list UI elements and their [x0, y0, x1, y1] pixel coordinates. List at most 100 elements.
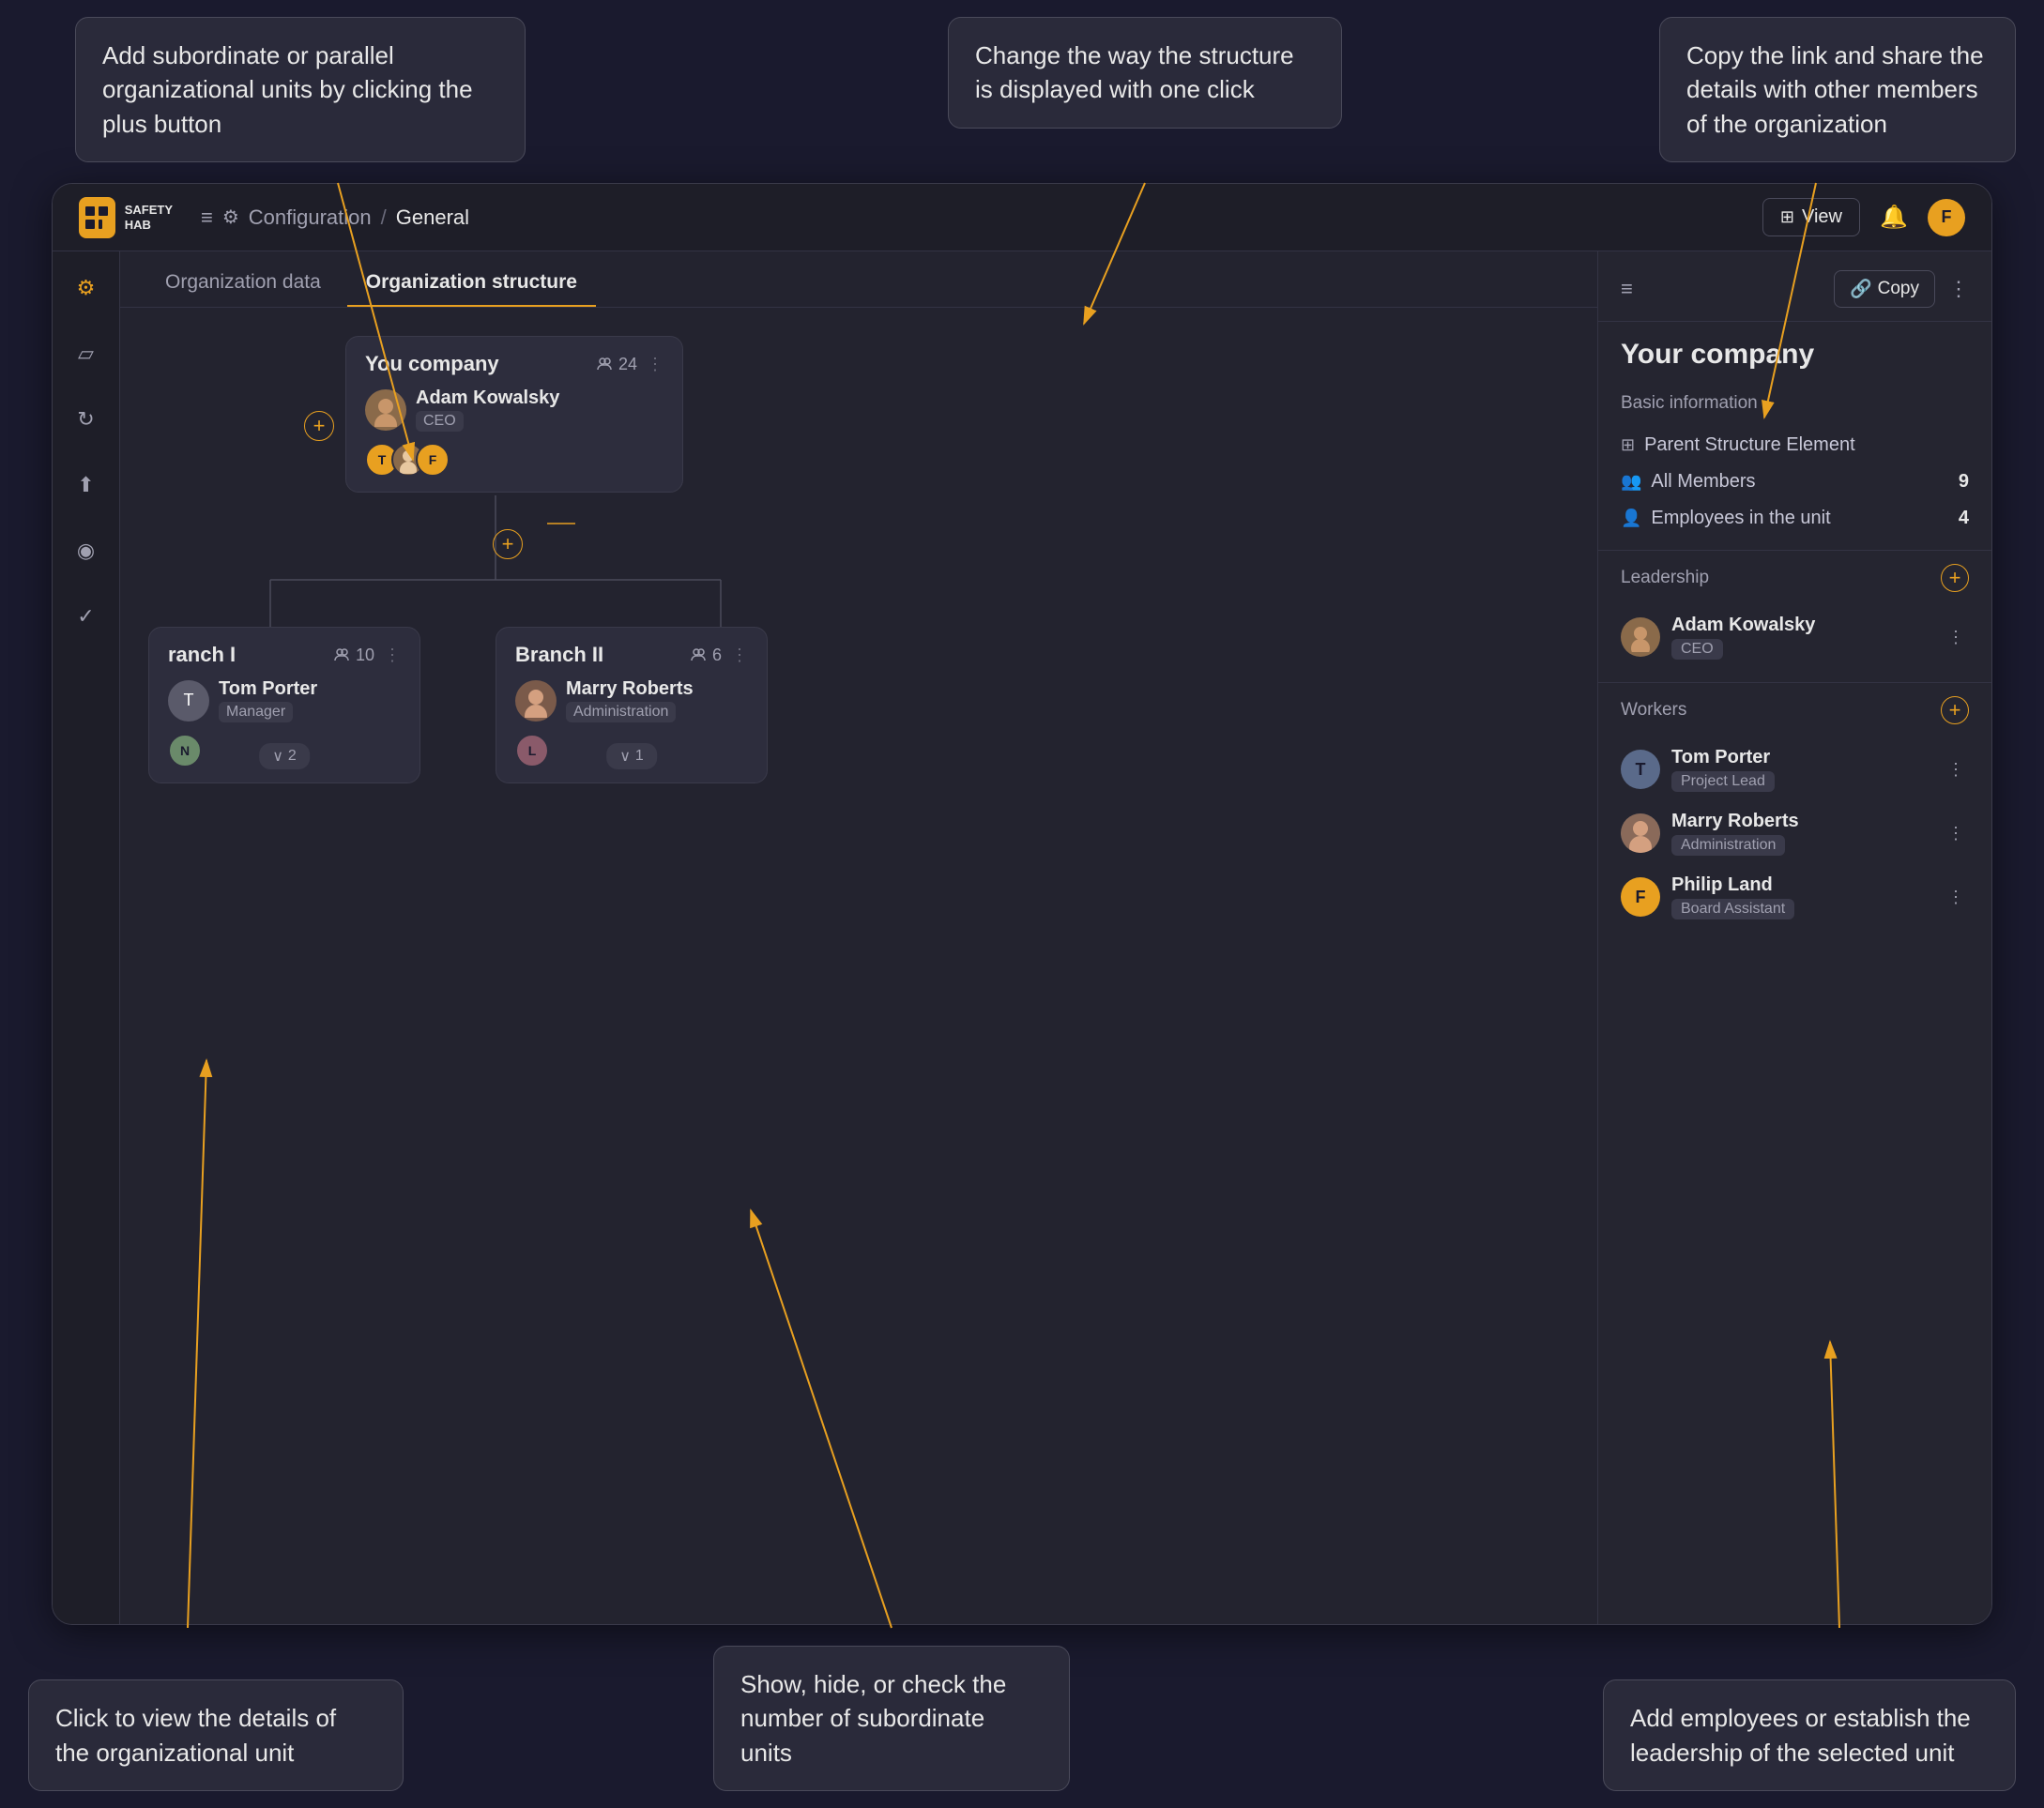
workers-add-button[interactable]: + — [1941, 696, 1969, 724]
left-sidebar: ⚙ ▱ ↻ ⬆ ◉ ✓ — [53, 251, 120, 1624]
root-member-avatars: T F — [365, 443, 664, 477]
tab-org-data[interactable]: Organization data — [146, 260, 340, 307]
plus-button-root[interactable]: + — [304, 411, 334, 441]
root-leader-avatar — [365, 389, 406, 431]
worker-tom-info: Tom Porter Project Lead — [1671, 747, 1931, 792]
top-bar-actions: ⊞ View 🔔 F — [1762, 198, 1965, 236]
sidebar-icon-shape[interactable]: ▱ — [67, 334, 106, 373]
branch2-leader-avatar — [515, 680, 557, 722]
content-area: ⚙ ▱ ↻ ⬆ ◉ ✓ Organization data Organizati… — [53, 251, 1991, 1624]
branch1-leader-avatar: T — [168, 680, 209, 722]
worker-row-philip: F Philip Land Board Assistant ⋮ — [1621, 865, 1969, 929]
panel-header: ≡ 🔗 Copy ⋮ — [1598, 251, 1991, 322]
worker-philip-avatar: F — [1621, 877, 1660, 917]
branch2-node[interactable]: Branch II 6 ⋮ Marry Roberts — [496, 627, 768, 783]
breadcrumb-config[interactable]: Configuration — [249, 205, 372, 230]
panel-title: Your company — [1598, 322, 1991, 380]
breadcrumb-settings-icon: ⚙ — [222, 205, 239, 229]
sidebar-icon-upload[interactable]: ⬆ — [67, 465, 106, 505]
root-org-node[interactable]: You company 24 ⋮ — [345, 336, 683, 493]
branch1-expand[interactable]: ∨ 2 — [259, 743, 310, 769]
employees-icon: 👤 — [1621, 509, 1641, 528]
root-leader-info: Adam Kowalsky CEO — [416, 387, 559, 432]
root-leader: Adam Kowalsky CEO — [365, 387, 664, 432]
tabs-bar: Organization data Organization structure — [120, 251, 1597, 308]
worker-marry-info: Marry Roberts Administration — [1671, 811, 1931, 856]
app-window: SAFETY HAB ≡ ⚙ Configuration / General ⊞… — [52, 183, 1992, 1625]
plus-button-child[interactable]: + — [493, 529, 523, 559]
branch1-leader: T Tom Porter Manager — [168, 678, 401, 722]
breadcrumb-separator: / — [381, 205, 387, 230]
worker-row-marry: Marry Roberts Administration ⋮ — [1621, 801, 1969, 865]
leader-adam-avatar — [1621, 617, 1660, 657]
tab-org-structure[interactable]: Organization structure — [347, 260, 596, 307]
branch2-leader: Marry Roberts Administration — [515, 678, 748, 722]
view-button[interactable]: ⊞ View — [1762, 198, 1860, 236]
tooltip-bottom-center: Show, hide, or check the number of subor… — [713, 1646, 1070, 1791]
logo-area: SAFETY HAB — [79, 197, 173, 238]
worker-tom-avatar: T — [1621, 750, 1660, 789]
branch2-expand[interactable]: ∨ 1 — [606, 743, 657, 769]
parent-structure-icon: ⊞ — [1621, 435, 1635, 455]
worker-tom-menu[interactable]: ⋮ — [1943, 756, 1969, 782]
branch1-count: 10 ⋮ — [333, 646, 401, 665]
all-members-icon: 👥 — [1621, 472, 1641, 492]
employees-row: 👤 Employees in the unit 4 — [1621, 500, 1969, 537]
logo-icon — [79, 197, 115, 238]
panel-more-icon[interactable]: ⋮ — [1948, 277, 1969, 301]
leader-adam-info: Adam Kowalsky CEO — [1671, 615, 1931, 660]
org-canvas: You company 24 ⋮ — [120, 308, 1597, 1624]
bell-icon[interactable]: 🔔 — [1877, 201, 1911, 235]
branch1-member-N: N — [168, 734, 202, 767]
main-content: Organization data Organization structure — [120, 251, 1597, 1624]
basic-info-section: Basic information ⊞ Parent Structure Ele… — [1598, 380, 1991, 551]
workers-title: Workers — [1621, 700, 1686, 721]
branch2-count: 6 ⋮ — [690, 646, 748, 665]
leader-row-adam: Adam Kowalsky CEO ⋮ — [1621, 605, 1969, 669]
user-avatar[interactable]: F — [1928, 199, 1965, 236]
sidebar-icon-certificate[interactable]: ◉ — [67, 531, 106, 570]
worker-marry-menu[interactable]: ⋮ — [1943, 820, 1969, 846]
all-members-row: 👥 All Members 9 — [1621, 463, 1969, 500]
parent-structure-row: ⊞ Parent Structure Element — [1621, 427, 1969, 463]
leadership-section: Leadership + Adam Kowalsky CEO ⋮ — [1598, 551, 1991, 683]
right-panel: ≡ 🔗 Copy ⋮ Your company Basic informatio… — [1597, 251, 1991, 1624]
worker-philip-info: Philip Land Board Assistant — [1671, 874, 1931, 919]
tooltip-top-left: Add subordinate or parallel organization… — [75, 17, 526, 162]
all-members-value: 9 — [1959, 471, 1969, 493]
branch1-leader-info: Tom Porter Manager — [219, 678, 317, 722]
branch1-node[interactable]: ranch I 10 ⋮ T Tom Porter Ma — [148, 627, 420, 783]
breadcrumb: ≡ ⚙ Configuration / General — [201, 205, 1762, 230]
leadership-add-button[interactable]: + — [1941, 564, 1969, 592]
branch2-leader-info: Marry Roberts Administration — [566, 678, 694, 722]
copy-icon: 🔗 — [1850, 278, 1872, 300]
worker-row-tom: T Tom Porter Project Lead ⋮ — [1621, 737, 1969, 801]
basic-info-title: Basic information — [1621, 393, 1969, 414]
leadership-title: Leadership — [1621, 568, 1709, 588]
leadership-header: Leadership + — [1621, 564, 1969, 592]
sidebar-icon-check[interactable]: ✓ — [67, 597, 106, 636]
leader-adam-menu[interactable]: ⋮ — [1943, 624, 1969, 650]
employees-value: 4 — [1959, 508, 1969, 529]
panel-header-actions: ≡ — [1621, 277, 1633, 301]
worker-philip-menu[interactable]: ⋮ — [1943, 884, 1969, 910]
view-icon: ⊞ — [1780, 207, 1794, 227]
top-bar: SAFETY HAB ≡ ⚙ Configuration / General ⊞… — [53, 184, 1991, 251]
tooltip-bottom-left: Click to view the details of the organiz… — [28, 1679, 404, 1791]
all-members-label: 👥 All Members — [1621, 471, 1756, 493]
tooltip-bottom-right: Add employees or establish the leadershi… — [1603, 1679, 2016, 1791]
breadcrumb-menu-icon: ≡ — [201, 205, 213, 230]
logo-text: SAFETY HAB — [125, 203, 173, 232]
workers-header: Workers + — [1621, 696, 1969, 724]
panel-menu-icon[interactable]: ≡ — [1621, 277, 1633, 301]
tooltip-top-center: Change the way the structure is displaye… — [948, 17, 1342, 129]
branch2-header: Branch II 6 ⋮ — [515, 643, 748, 667]
workers-section: Workers + T Tom Porter Project Lead ⋮ — [1598, 683, 1991, 942]
root-node-header: You company 24 ⋮ — [365, 352, 664, 376]
tooltip-top-right: Copy the link and share the details with… — [1659, 17, 2016, 162]
sidebar-icon-refresh[interactable]: ↻ — [67, 400, 106, 439]
panel-right-actions: 🔗 Copy ⋮ — [1834, 270, 1969, 308]
copy-button[interactable]: 🔗 Copy — [1834, 270, 1935, 308]
root-member-count: 24 ⋮ — [596, 355, 664, 374]
sidebar-icon-settings[interactable]: ⚙ — [67, 268, 106, 308]
